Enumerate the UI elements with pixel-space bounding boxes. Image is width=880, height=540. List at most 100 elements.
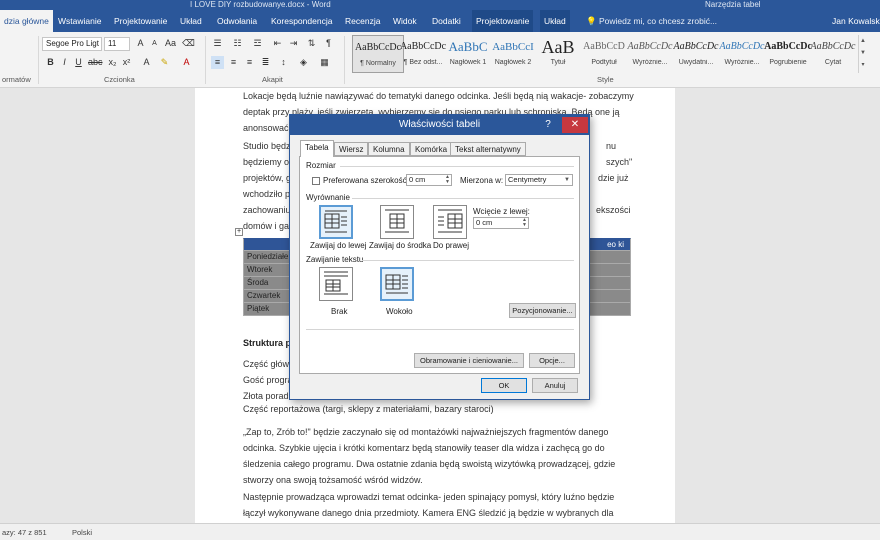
- dialog-tab-cell[interactable]: Komórka: [410, 142, 453, 156]
- language-indicator[interactable]: Polski: [72, 524, 92, 540]
- style-emphasis[interactable]: AaBbCcDc Uwydatni...: [670, 35, 722, 73]
- font-color-icon[interactable]: A: [180, 56, 193, 69]
- justify-icon[interactable]: ≣: [259, 56, 272, 69]
- text-line: Studio będz: [243, 141, 291, 151]
- align-left-icon[interactable]: ≡: [211, 56, 224, 69]
- shrink-font-icon[interactable]: A: [148, 37, 161, 50]
- tab-references[interactable]: Odwołania: [213, 10, 261, 32]
- tab-mailings[interactable]: Korespondencja: [267, 10, 336, 32]
- separator: [205, 36, 206, 84]
- font-name-combo[interactable]: Segoe Pro Ligt: [42, 37, 102, 51]
- dialog-tab-alt-text[interactable]: Tekst alternatywny: [450, 142, 526, 156]
- tab-addins[interactable]: Dodatki: [428, 10, 465, 32]
- preferred-width-input[interactable]: 0 cm ▲ ▼: [406, 174, 452, 186]
- strikethrough-icon[interactable]: abc: [88, 56, 103, 69]
- styles-gallery-scroll[interactable]: ▲ ▼ ▾: [858, 35, 867, 73]
- list-item: Złota porad: [243, 391, 289, 401]
- indent-left-value: 0 cm: [476, 218, 493, 227]
- style-intense-emphasis[interactable]: AaBbCcDc Wyróżnie...: [716, 35, 768, 73]
- tell-me-search[interactable]: 💡 Powiedz mi, co chcesz zrobić...: [586, 10, 717, 32]
- ok-button[interactable]: OK: [481, 378, 527, 393]
- tab-home[interactable]: dzia główne: [0, 10, 53, 32]
- style-name: Wyróżnie...: [724, 59, 760, 66]
- align-right-option[interactable]: [433, 205, 467, 239]
- word-count[interactable]: azy: 47 z 851: [2, 524, 47, 540]
- align-left-option[interactable]: [319, 205, 353, 239]
- wrap-around-option[interactable]: [380, 267, 414, 301]
- tab-table-layout[interactable]: Układ: [540, 10, 570, 32]
- bullets-icon[interactable]: ☰: [211, 37, 224, 50]
- dialog-tab-table[interactable]: Tabela: [300, 140, 334, 157]
- indent-left-input[interactable]: 0 cm ▲ ▼: [473, 217, 529, 229]
- decrease-indent-icon[interactable]: ⇤: [271, 37, 284, 50]
- tab-review[interactable]: Recenzja: [341, 10, 384, 32]
- subscript-icon[interactable]: x₂: [106, 56, 119, 69]
- spinner-icon[interactable]: ▲ ▼: [522, 218, 527, 228]
- text-line: dzie już: [598, 173, 629, 183]
- dialog-tab-column[interactable]: Kolumna: [368, 142, 410, 156]
- tab-design[interactable]: Projektowanie: [110, 10, 171, 32]
- tell-me-text: Powiedz mi, co chcesz zrobić...: [598, 16, 718, 26]
- italic-icon[interactable]: I: [58, 56, 71, 69]
- numbering-icon[interactable]: ☷: [231, 37, 244, 50]
- dialog-tab-row[interactable]: Wiersz: [334, 142, 369, 156]
- options-button[interactable]: Opcje...: [529, 353, 575, 368]
- highlight-icon[interactable]: ✎: [158, 56, 171, 69]
- style-preview: AaBbCcDc: [673, 41, 719, 52]
- positioning-button[interactable]: Pozycjonowanie...: [509, 303, 576, 318]
- borders-icon[interactable]: ▦: [318, 56, 331, 69]
- multilevel-list-icon[interactable]: ☲: [251, 37, 264, 50]
- sort-icon[interactable]: ⇅: [305, 37, 318, 50]
- line-spacing-icon[interactable]: ↕: [277, 56, 290, 69]
- align-right-icon[interactable]: ≡: [243, 56, 256, 69]
- style-title[interactable]: AaB Tytuł: [532, 35, 584, 73]
- align-center-option[interactable]: [380, 205, 414, 239]
- change-case-icon[interactable]: Aa: [164, 37, 177, 50]
- style-subtle-emphasis[interactable]: AaBbCcDc Wyróżnie...: [624, 35, 676, 73]
- paragraph-group-label: Akapit: [262, 75, 283, 84]
- preferred-width-value: 0 cm: [409, 175, 426, 184]
- table-align-left-icon: [324, 210, 347, 233]
- borders-shading-button[interactable]: Obramowanie i cieniowanie...: [414, 353, 524, 368]
- help-icon[interactable]: ?: [542, 115, 554, 135]
- tab-layout[interactable]: Układ: [176, 10, 206, 32]
- align-center-icon[interactable]: ≡: [227, 56, 240, 69]
- style-preview: AaBbCcDc: [719, 41, 765, 52]
- list-item: Część główn: [243, 359, 295, 369]
- underline-icon[interactable]: U: [72, 56, 85, 69]
- tab-view[interactable]: Widok: [389, 10, 421, 32]
- wrap-around-icon: [385, 274, 408, 294]
- dialog-title: Właściwości tabeli: [398, 119, 481, 130]
- grow-font-icon[interactable]: A: [134, 37, 147, 50]
- clear-format-icon[interactable]: ⌫: [182, 37, 195, 50]
- chevron-down-icon: ▼: [564, 177, 570, 183]
- table-move-handle[interactable]: +: [235, 228, 243, 236]
- style-subtitle[interactable]: AaBbCcD Podtytuł: [578, 35, 630, 73]
- spinner-icon[interactable]: ▲ ▼: [445, 175, 450, 185]
- dialog-title-bar[interactable]: Właściwości tabeli ? ✕: [290, 115, 589, 135]
- style-quote[interactable]: AaBbCcDc Cytat: [807, 35, 859, 73]
- paragraph-intro: „Zap to, Zrób to!" będzie zaczynało się …: [243, 427, 616, 485]
- close-icon[interactable]: ✕: [562, 117, 588, 133]
- superscript-icon[interactable]: x²: [120, 56, 133, 69]
- divider: [340, 166, 574, 167]
- wrap-none-option[interactable]: [319, 267, 353, 301]
- measure-in-select[interactable]: Centymetry ▼: [505, 174, 573, 186]
- bold-icon[interactable]: B: [44, 56, 57, 69]
- text-line: projektów, g: [243, 173, 292, 183]
- style-preview: AaBbCcD: [583, 41, 625, 52]
- shading-icon[interactable]: ◈: [297, 56, 310, 69]
- indent-left-label: Wcięcie z lewej:: [473, 207, 530, 216]
- text-effects-icon[interactable]: A: [140, 56, 153, 69]
- align-right-label: Do prawej: [433, 241, 470, 250]
- lightbulb-icon: 💡: [586, 16, 599, 26]
- wrap-around-label: Wokoło: [386, 307, 413, 316]
- font-size-combo[interactable]: 11: [104, 37, 130, 51]
- cancel-button[interactable]: Anuluj: [532, 378, 578, 393]
- user-name[interactable]: Jan Kowalski: [832, 10, 880, 32]
- show-marks-icon[interactable]: ¶: [322, 37, 335, 50]
- tab-table-design[interactable]: Projektowanie: [472, 10, 534, 32]
- preferred-width-checkbox[interactable]: [312, 177, 320, 185]
- tab-insert[interactable]: Wstawianie: [54, 10, 105, 32]
- increase-indent-icon[interactable]: ⇥: [287, 37, 300, 50]
